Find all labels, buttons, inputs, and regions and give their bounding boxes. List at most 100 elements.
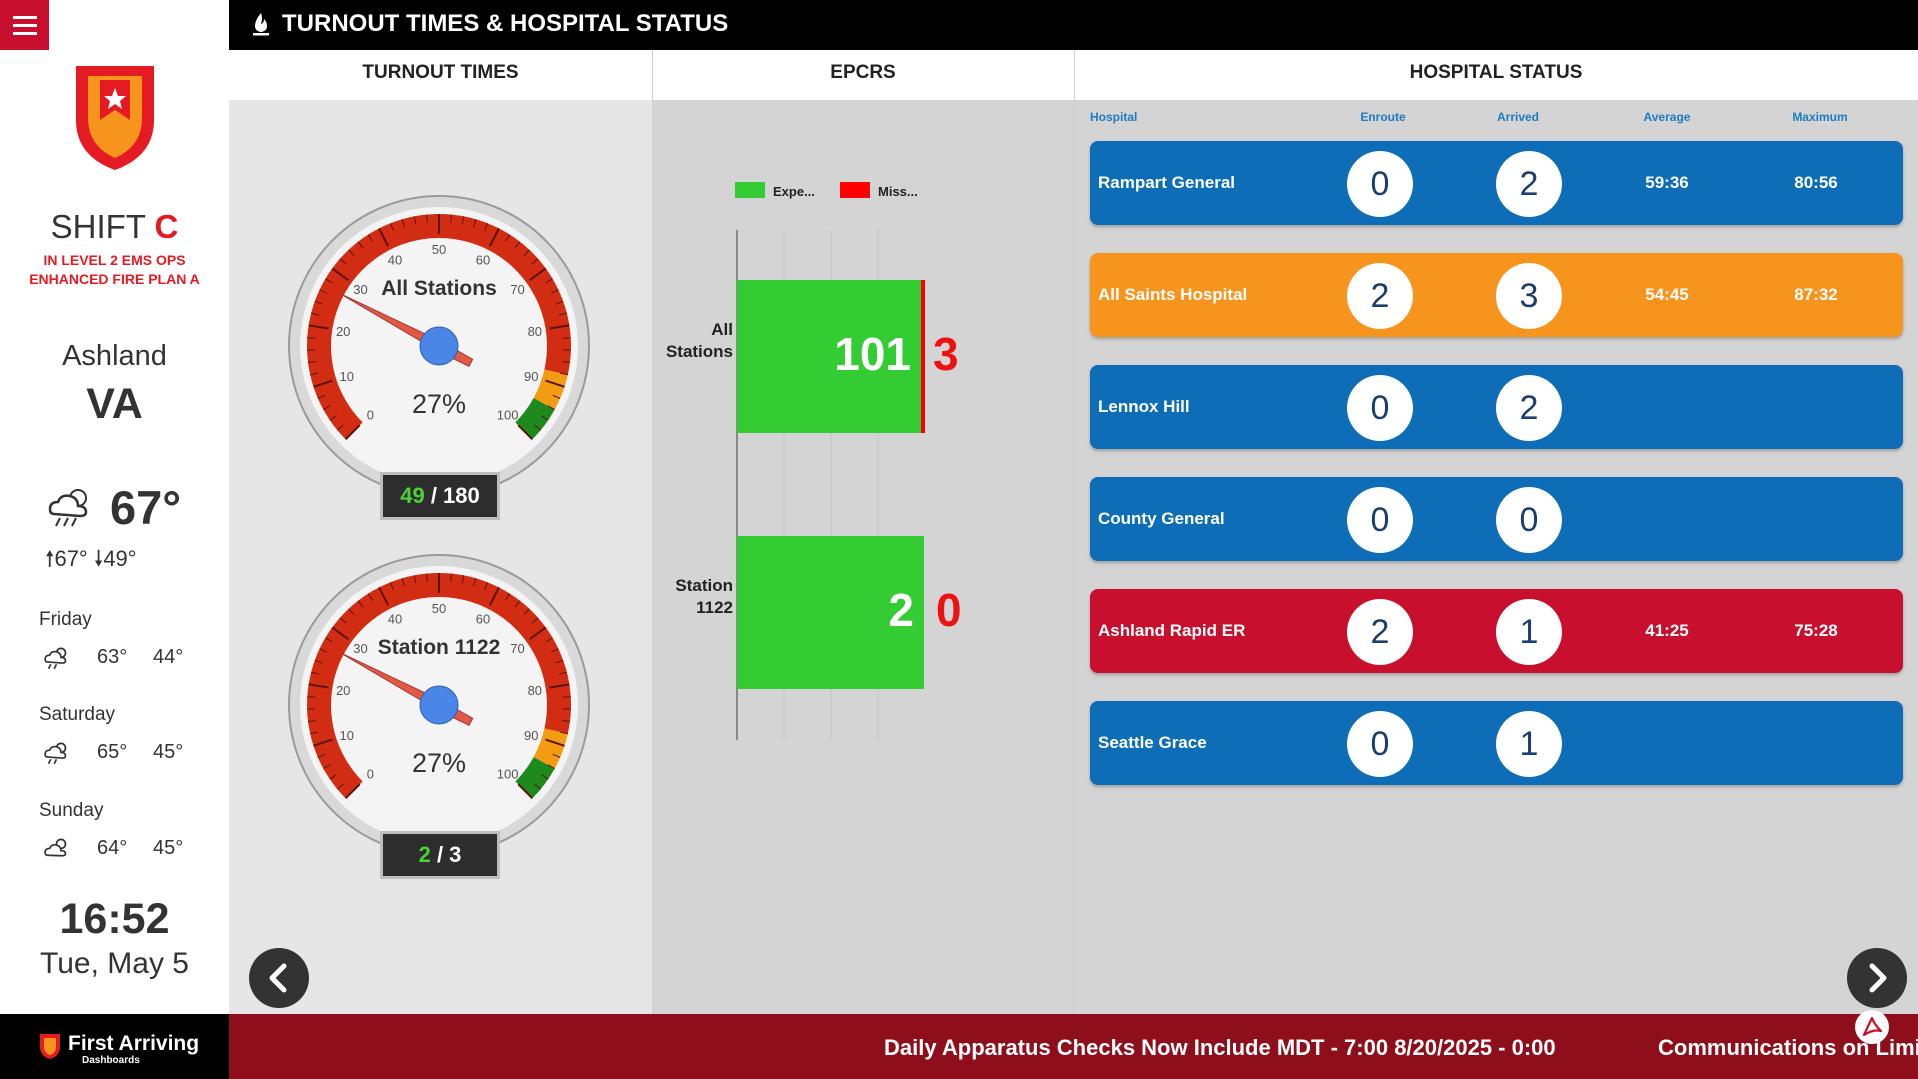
clock-time: 16:52 <box>59 895 170 943</box>
maximum-column-header: Maximum <box>1792 110 1848 124</box>
gauge-tick-label: 80 <box>528 324 542 339</box>
chevron-left-icon <box>269 963 287 993</box>
average-time <box>1607 701 1727 785</box>
enroute-count: 0 <box>1347 151 1413 217</box>
ops-level-text: IN LEVEL 2 EMS OPS <box>43 252 186 268</box>
gauge-tick-label: 90 <box>524 728 538 743</box>
menu-button[interactable] <box>0 0 49 50</box>
shift-label: SHIFT <box>50 208 146 245</box>
gauge-tick-label: 40 <box>388 612 402 627</box>
maximum-time: 75:28 <box>1794 621 1838 640</box>
gauge-tick-label: 10 <box>340 728 354 743</box>
clock-date: Tue, May 5 <box>40 947 189 980</box>
state-name: VA <box>86 380 143 428</box>
station-1122-gauge: 0 10 20 30 40 50 60 70 80 90 100 Station 1122 27% <box>288 554 590 856</box>
maximum-time: 87:32 <box>1794 285 1838 304</box>
gauge-percent: 27% <box>412 748 466 778</box>
hospital-row: Rampart General 0 2 59:36 80:56 <box>1090 141 1903 225</box>
station-1122-count: 2 / 3 <box>380 831 500 879</box>
hospital-status-title: HOSPITAL STATUS <box>1409 62 1583 83</box>
hospital-name: Rampart General <box>1098 173 1235 192</box>
legend-label: Expe... <box>773 184 815 199</box>
average-time: 59:36 <box>1645 173 1689 192</box>
forecast-high: 65° <box>97 741 128 763</box>
today-high: 67° <box>54 546 88 571</box>
chevron-right-icon <box>1869 963 1887 993</box>
chart-category-label: 1122 <box>696 598 733 617</box>
hospital-row: All Saints Hospital 2 3 54:45 87:32 <box>1090 253 1903 337</box>
partly-cloudy-icon <box>44 838 67 857</box>
current-temperature: 67° <box>110 481 182 534</box>
next-page-button[interactable] <box>1847 948 1907 1008</box>
thunderstorm-icon <box>44 742 67 765</box>
gauge-minor-tick <box>307 696 316 698</box>
hospital-name: County General <box>1098 509 1225 528</box>
gauge-hub <box>419 326 459 366</box>
turnout-total-count: 180 <box>443 483 480 508</box>
gauge-tick-label: 100 <box>497 767 519 782</box>
gauge-label: Station 1122 <box>378 636 501 659</box>
department-badge-logo <box>76 66 154 170</box>
enroute-count: 2 <box>1347 599 1413 665</box>
hospital-row: Ashland Rapid ER 2 1 41:25 75:28 <box>1090 589 1903 673</box>
hospital-name: Ashland Rapid ER <box>1098 621 1246 640</box>
maximum-time: 80:56 <box>1794 173 1838 192</box>
epcrs-title: EPCRS <box>830 62 896 83</box>
gauge-tick-label: 0 <box>367 767 374 782</box>
gauge-tick-label: 10 <box>340 369 354 384</box>
enroute-count: 0 <box>1347 711 1413 777</box>
pdf-icon[interactable] <box>1855 1010 1889 1044</box>
average-time <box>1607 477 1727 561</box>
arrived-count: 1 <box>1496 711 1562 777</box>
gauge-tick-label: 50 <box>432 242 446 257</box>
gauge-tick-label: 20 <box>336 683 350 698</box>
chart-data-label-expected: 2 <box>888 584 914 636</box>
gauge-minor-tick <box>562 337 571 339</box>
chart-data-label-expected: 101 <box>834 328 911 380</box>
forecast-low: 45° <box>153 741 184 763</box>
average-column-header: Average <box>1643 110 1691 124</box>
gauge-minor-tick <box>562 696 571 698</box>
turnout-total-count: 3 <box>449 842 462 867</box>
maximum-time <box>1756 365 1876 449</box>
arrived-column-header: Arrived <box>1496 110 1540 124</box>
shift-value: C <box>154 208 179 245</box>
gauge-label: All Stations <box>381 277 497 300</box>
turnout-met-count: 49 <box>400 483 425 508</box>
turnout-times-title: TURNOUT TIMES <box>362 62 519 83</box>
hospital-column-header: Hospital <box>1090 110 1138 124</box>
enroute-count: 0 <box>1347 375 1413 441</box>
maximum-time <box>1756 701 1876 785</box>
forecast-low: 45° <box>153 837 184 859</box>
forecast-day: Friday <box>39 609 92 630</box>
legend-swatch <box>735 182 765 198</box>
previous-page-button[interactable] <box>249 948 309 1008</box>
gauge-tick-label: 70 <box>510 282 524 297</box>
chart-bar-missed <box>921 280 925 433</box>
gauge-hub <box>419 685 459 725</box>
city-name: Ashland <box>62 340 167 372</box>
average-time: 41:25 <box>1645 621 1689 640</box>
brand-name: First Arriving <box>68 1032 200 1055</box>
hospital-name: Lennox Hill <box>1098 397 1190 416</box>
fire-plan-text: ENHANCED FIRE PLAN A <box>29 271 200 287</box>
legend-swatch <box>840 182 870 198</box>
thunderstorm-icon <box>44 647 67 670</box>
gauge-tick-label: 60 <box>476 253 490 268</box>
gauge-tick-label: 30 <box>353 641 367 656</box>
chart-category-label: All <box>711 320 733 339</box>
gauge-tick-label: 40 <box>388 253 402 268</box>
gauge-tick-label: 20 <box>336 324 350 339</box>
shift-indicator: SHIFT C <box>0 208 229 246</box>
hospital-row: Lennox Hill 0 2 <box>1090 365 1903 449</box>
legend-label: Miss... <box>878 184 918 199</box>
column-divider <box>1074 50 1075 1014</box>
forecast-low: 44° <box>153 646 184 668</box>
forecast-day: Saturday <box>39 704 116 725</box>
arrived-count: 1 <box>1496 599 1562 665</box>
all-stations-gauge: 0 10 20 30 40 50 60 70 80 90 100 All Stations 27% <box>288 195 590 497</box>
page-title: TURNOUT TIMES & HOSPITAL STATUS <box>282 10 729 37</box>
hospital-name: Seattle Grace <box>1098 733 1207 752</box>
turnout-met-count: 2 <box>418 842 431 867</box>
gauge-tick-label: 100 <box>497 408 519 423</box>
